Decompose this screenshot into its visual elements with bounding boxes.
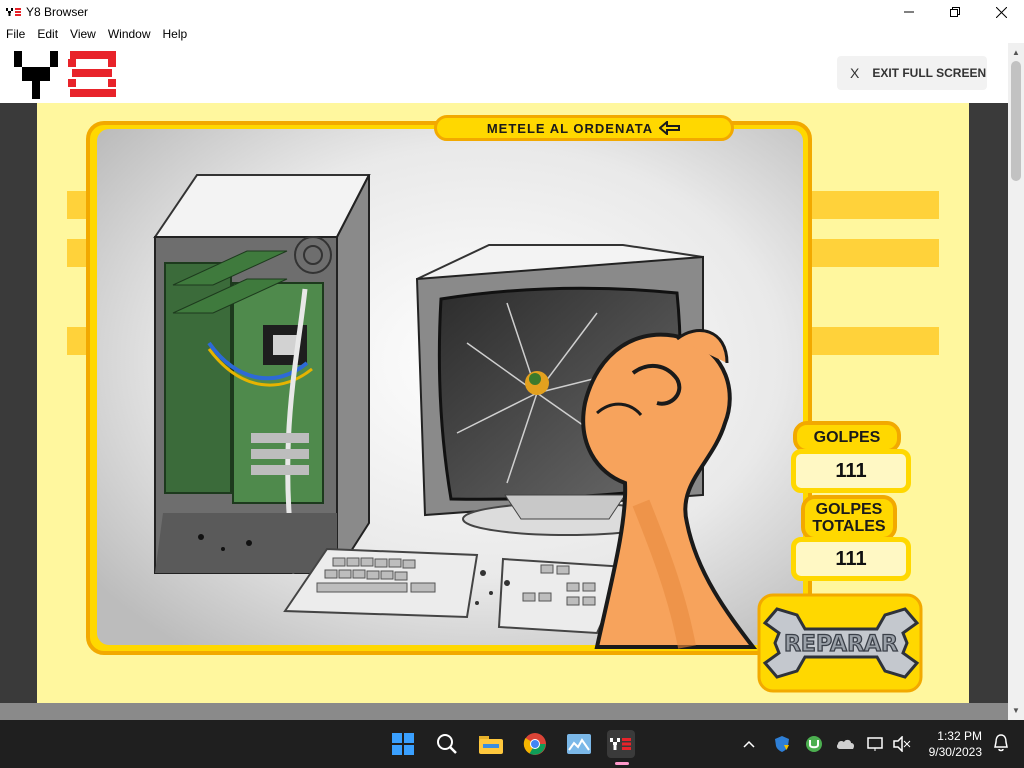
volume-muted-icon[interactable] [892,732,912,756]
notification-bell-icon[interactable] [992,733,1012,755]
defender-icon[interactable] [772,732,792,756]
file-explorer-icon[interactable] [477,730,505,758]
golpes-counter: 111 [791,449,911,493]
clock-date: 9/30/2023 [928,745,982,759]
scroll-up-icon[interactable]: ▲ [1008,45,1024,59]
photos-icon[interactable] [565,730,593,758]
minimize-button[interactable] [886,0,932,24]
game-canvas[interactable]: METELE AL ORDENATA GOLPES 111 GOLPES TOT… [37,103,969,703]
chevron-up-icon[interactable] [740,732,758,756]
site-header: X EXIT FULL SCREEN [0,43,1024,103]
start-icon[interactable] [389,730,417,758]
close-icon [995,6,1007,18]
close-icon: X [850,65,860,81]
golpes-totales-label-2: TOTALES [812,518,886,535]
exit-fullscreen-button[interactable]: X EXIT FULL SCREEN [837,56,987,90]
title-bar: Y8 Browser [0,0,1024,24]
y8-app-icon [6,6,22,18]
system-clock[interactable]: 1:32 PM 9/30/2023 [929,728,982,760]
restore-icon [950,7,960,17]
clock-time: 1:32 PM [937,729,982,743]
onedrive-icon[interactable] [836,732,856,756]
restore-button[interactable] [932,0,978,24]
network-icon[interactable] [866,732,886,756]
menu-help[interactable]: Help [163,27,188,41]
menu-file[interactable]: File [6,27,25,41]
arrow-back-icon [659,121,681,135]
search-icon[interactable] [433,730,461,758]
game-title: METELE AL ORDENATA [486,120,654,136]
y8-browser-icon[interactable] [607,730,635,758]
menu-edit[interactable]: Edit [37,27,58,41]
game-container: METELE AL ORDENATA GOLPES 111 GOLPES TOT… [0,103,1008,720]
chrome-icon[interactable] [521,730,549,758]
menu-bar: File Edit View Window Help [0,24,1024,43]
repair-label: REPARAR [784,632,898,657]
scroll-down-icon[interactable]: ▼ [1008,703,1024,717]
golpes-totales-value: 111 [835,547,867,570]
minimize-icon [904,11,914,13]
taskbar: 1:32 PM 9/30/2023 [0,720,1024,768]
golpes-value: 111 [835,459,867,482]
menu-window[interactable]: Window [108,27,151,41]
page-scrollbar[interactable]: ▲ ▼ [1008,43,1024,720]
golpes-totales-label-box: GOLPES TOTALES [801,495,897,541]
repair-button[interactable]: REPARAR [757,593,925,693]
scroll-thumb[interactable] [1011,61,1021,181]
menu-view[interactable]: View [70,27,96,41]
computer-tower [153,174,371,577]
exit-fullscreen-label: EXIT FULL SCREEN [872,66,987,80]
wrench-icon: REPARAR [757,593,923,693]
golpes-totales-counter: 111 [791,537,911,581]
horizontal-bar [0,703,1008,720]
game-title-banner: METELE AL ORDENATA [434,115,734,141]
utorrent-icon[interactable] [804,732,824,756]
close-button[interactable] [978,0,1024,24]
golpes-label: GOLPES [813,428,881,446]
window-title: Y8 Browser [26,5,89,19]
active-app-indicator [615,762,629,765]
y8-logo[interactable] [14,51,118,104]
golpes-totales-label-1: GOLPES [815,501,883,518]
